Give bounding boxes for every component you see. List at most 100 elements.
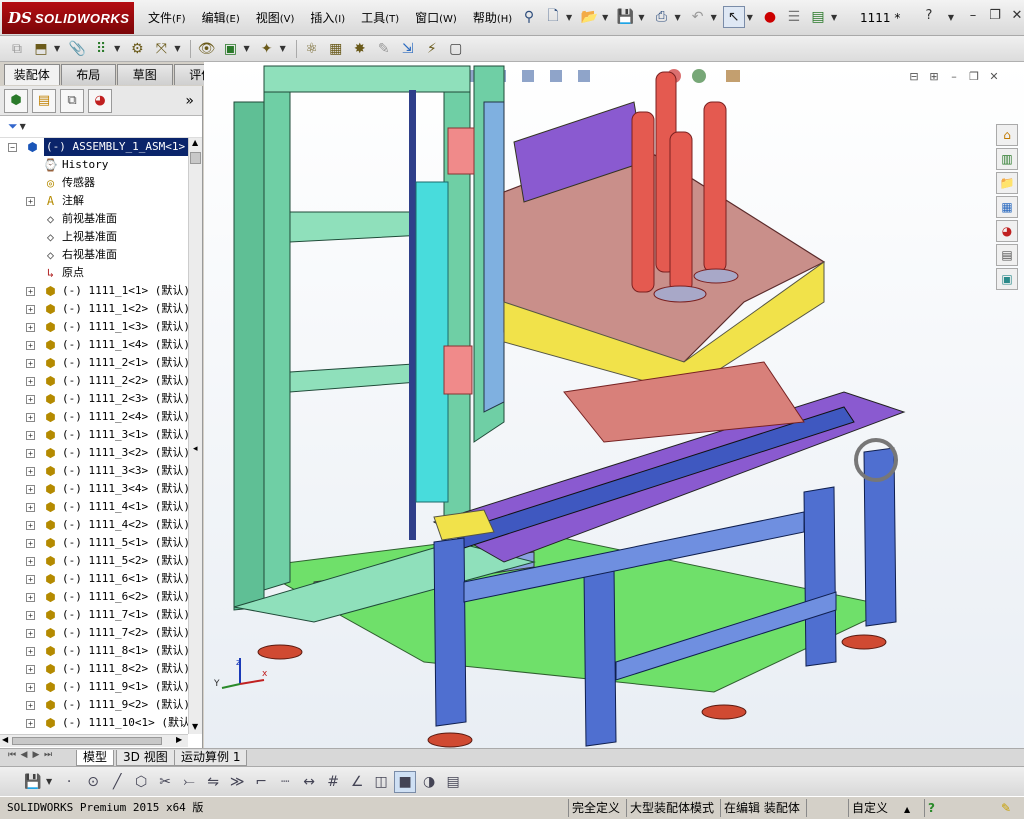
expand-icon[interactable]: + [26, 701, 35, 710]
point-icon[interactable]: · [58, 771, 80, 793]
expand-icon[interactable]: + [26, 305, 35, 314]
tree-item[interactable]: + ⬢ (-) 1111_3<4> (默认) [0, 480, 188, 498]
tree-item[interactable]: ↳ 原点 [0, 264, 188, 282]
tree-root-assembly[interactable]: − ⬢ (-) ASSEMBLY_1_ASM<1> (默 [0, 138, 188, 156]
expand-icon[interactable]: + [26, 611, 35, 620]
tree-item[interactable]: + ⬢ (-) 1111_7<2> (默认) [0, 624, 188, 642]
tree-item[interactable]: + ⬢ (-) 1111_9<2> (默认) [0, 696, 188, 714]
scroll-thumb[interactable] [12, 737, 162, 745]
expand-icon[interactable]: + [26, 503, 35, 512]
move-component-icon[interactable]: ⤧ [150, 38, 172, 60]
chevron-down-icon[interactable]: ▼ [747, 13, 753, 22]
tree-item[interactable]: + ⬢ (-) 1111_6<1> (默认) [0, 570, 188, 588]
options-icon[interactable]: ▤ [807, 6, 829, 28]
expand-icon[interactable]: + [26, 629, 35, 638]
tree-item[interactable]: + ⬢ (-) 1111_3<1> (默认) [0, 426, 188, 444]
chevron-down-icon[interactable]: ▼ [940, 8, 962, 28]
menu-window[interactable]: 窗口(W) [415, 9, 457, 26]
tree-item[interactable]: + ⬢ (-) 1111_8<2> (默认) [0, 660, 188, 678]
menu-edit[interactable]: 编辑(E) [202, 9, 240, 26]
collapse-icon[interactable]: − [8, 143, 17, 152]
graphics-area[interactable]: ⊟ ⊞ – ❐ ✕ z x Y [204, 62, 1024, 748]
chevron-down-icon[interactable]: ▼ [174, 44, 180, 53]
take-snapshot-icon[interactable]: ▢ [445, 38, 467, 60]
corner-rectangle-icon[interactable]: ⌐ [250, 771, 272, 793]
scroll-down-icon[interactable]: ▼ [192, 722, 198, 731]
tree-item[interactable]: ◇ 上视基准面 [0, 228, 188, 246]
split-horizontal-icon[interactable]: ⊞ [924, 70, 944, 86]
open-folder-icon[interactable]: 📂 [578, 6, 600, 28]
chevron-down-icon[interactable]: ▼ [711, 13, 717, 22]
print-icon[interactable]: ⎙ [650, 6, 672, 28]
expand-icon[interactable]: + [26, 539, 35, 548]
design-library-icon[interactable]: ▥ [996, 148, 1018, 170]
tree-item[interactable]: + A 注解 [0, 192, 188, 210]
reference-geometry-icon[interactable]: ✦ [256, 38, 278, 60]
circle-icon[interactable]: ⊙ [82, 771, 104, 793]
undo-icon[interactable]: ↶ [687, 6, 709, 28]
restore-icon[interactable]: ❐ [984, 8, 1006, 28]
menu-help[interactable]: 帮助(H) [473, 9, 512, 26]
last-tab-icon[interactable]: ⏭ [42, 750, 54, 765]
expand-icon[interactable]: + [26, 467, 35, 476]
resize-grip-icon[interactable]: ✎ [998, 799, 1011, 817]
restore-icon[interactable]: ❐ [964, 70, 984, 86]
expand-icon[interactable]: + [26, 431, 35, 440]
chevron-down-icon[interactable]: ▼ [46, 777, 52, 786]
tree-vertical-scrollbar[interactable]: ▲ ◂ ▼ [188, 138, 202, 734]
tree-item[interactable]: ◇ 前视基准面 [0, 210, 188, 228]
new-motion-study-icon[interactable]: ⚛ [301, 38, 323, 60]
tree-item[interactable]: ◎ 传感器 [0, 174, 188, 192]
prev-tab-icon[interactable]: ◀ [18, 750, 30, 765]
expand-icon[interactable]: + [26, 323, 35, 332]
minimize-icon[interactable]: – [962, 8, 984, 28]
chevron-down-icon[interactable]: ▼ [280, 44, 286, 53]
chevron-down-icon[interactable]: ▼ [674, 13, 680, 22]
tree-item[interactable]: + ⬢ (-) 1111_2<1> (默认) [0, 354, 188, 372]
scroll-left-icon[interactable]: ◀ [2, 735, 8, 744]
menu-file[interactable]: 文件(F) [148, 9, 186, 26]
grid-icon[interactable]: # [322, 771, 344, 793]
linear-pattern-icon[interactable]: ⠿ [90, 38, 112, 60]
expand-icon[interactable]: + [26, 521, 35, 530]
tree-item[interactable]: ◇ 右视基准面 [0, 246, 188, 264]
solidworks-logo[interactable]: DS SOLIDWORKS [2, 2, 134, 34]
section-view-icon[interactable]: ◑ [418, 771, 440, 793]
centerline-icon[interactable]: ┈ [274, 771, 296, 793]
smart-fasteners-icon[interactable]: ⚙ [126, 38, 148, 60]
tree-item[interactable]: + ⬢ (-) 1111_1<3> (默认) [0, 318, 188, 336]
tree-item[interactable]: + ⬢ (-) 1111_3<3> (默认) [0, 462, 188, 480]
expand-icon[interactable]: + [26, 449, 35, 458]
save-icon[interactable]: 💾 [22, 771, 44, 793]
table-icon[interactable]: ▤ [442, 771, 464, 793]
insert-components-icon[interactable]: ⧉ [6, 38, 28, 60]
tree-item[interactable]: + ⬢ (-) 1111_5<1> (默认) [0, 534, 188, 552]
tree-item[interactable]: + ⬢ (-) 1111_1<4> (默认) [0, 336, 188, 354]
scroll-thumb[interactable] [190, 152, 201, 164]
offset-icon[interactable]: ≫ [226, 771, 248, 793]
trim-icon[interactable]: ✂ [154, 771, 176, 793]
home-icon[interactable]: ⌂ [996, 124, 1018, 146]
tree-item[interactable]: + ⬢ (-) 1111_1<1> (默认) [0, 282, 188, 300]
view-orientation-icon[interactable]: ◫ [370, 771, 392, 793]
tree-item[interactable]: + ⬢ (-) 1111_1<2> (默认) [0, 300, 188, 318]
property-manager-tab-icon[interactable]: ▤ [32, 88, 56, 113]
tree-item[interactable]: ⌚ History [0, 156, 188, 174]
help-icon[interactable]: ? [924, 799, 944, 817]
tree-item[interactable]: + ⬢ (-) 1111_2<4> (默认) [0, 408, 188, 426]
chevron-down-icon[interactable]: ▼ [566, 13, 572, 22]
chevron-down-icon[interactable]: ▼ [638, 13, 644, 22]
filter-icon[interactable]: ⏷ [8, 119, 18, 134]
expand-icon[interactable]: + [26, 341, 35, 350]
new-part-icon[interactable]: ⬒ [30, 38, 52, 60]
collapse-panel-icon[interactable]: ◂ [193, 444, 198, 454]
solidworks-forum-icon[interactable]: ▣ [996, 268, 1018, 290]
chevron-down-icon[interactable]: ▼ [20, 122, 26, 131]
expand-icon[interactable]: + [26, 197, 35, 206]
next-tab-icon[interactable]: ▶ [30, 750, 42, 765]
tab-motion-study-1[interactable]: 运动算例 1 [174, 750, 248, 766]
mate-icon[interactable]: 📎 [66, 38, 88, 60]
expand-icon[interactable]: + [26, 413, 35, 422]
expand-icon[interactable]: + [26, 683, 35, 692]
custom-properties-icon[interactable]: ▤ [996, 244, 1018, 266]
